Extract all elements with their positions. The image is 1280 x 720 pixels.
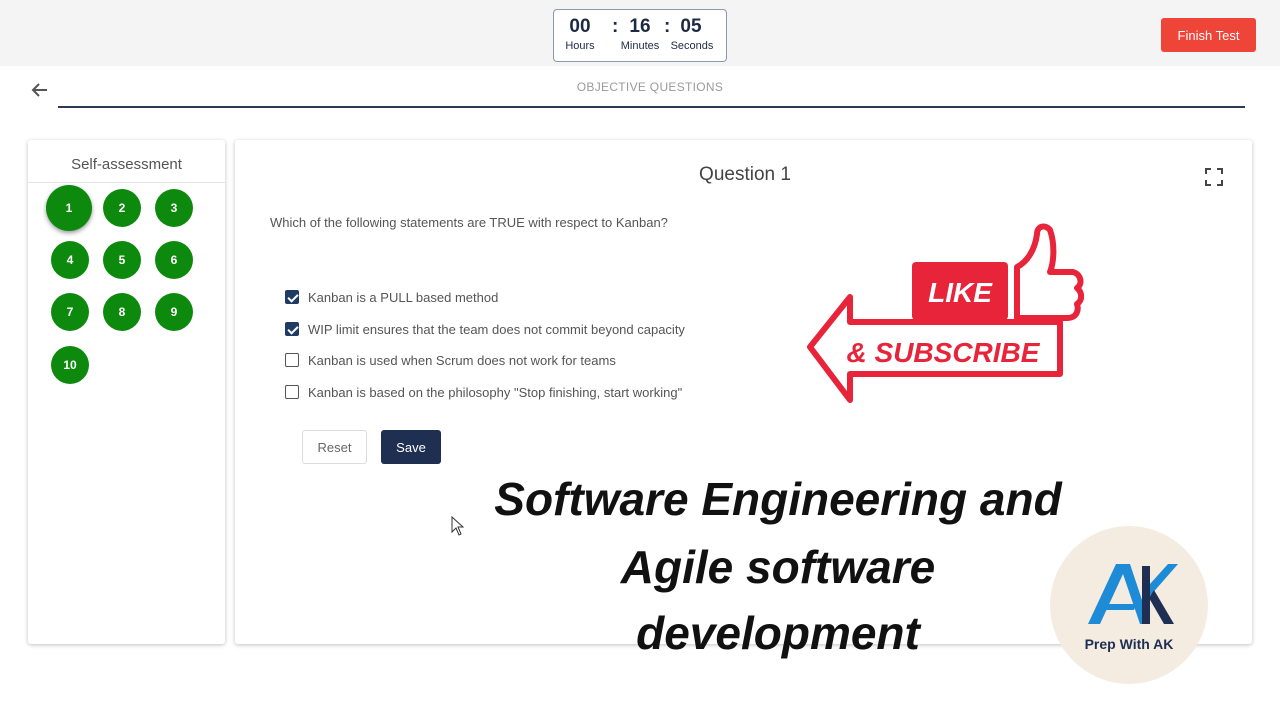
timer-hours: 00 — [569, 16, 591, 37]
overlay-title-line-2: Agile software — [620, 541, 936, 593]
reset-button[interactable]: Reset — [302, 430, 367, 464]
question-nav-button-7[interactable]: 7 — [51, 293, 89, 331]
timer-seconds-label: Seconds — [670, 40, 714, 52]
timer-separator: : — [664, 16, 671, 37]
answer-option[interactable]: Kanban is used when Scrum does not work … — [285, 351, 616, 369]
brand-caption: Prep With AK — [1084, 636, 1174, 652]
answer-option-label: Kanban is a PULL based method — [308, 289, 499, 305]
like-text: LIKE — [928, 277, 993, 308]
save-button[interactable]: Save — [381, 430, 441, 464]
answer-option-label: WIP limit ensures that the team does not… — [308, 321, 685, 337]
timer-seconds: 05 — [680, 16, 702, 37]
answer-option-label: Kanban is based on the philosophy "Stop … — [308, 384, 683, 400]
question-navigator: Self-assessment 1 2 3 4 5 6 7 8 9 10 — [28, 140, 225, 644]
like-subscribe-graphic: LIKE & SUBSCRIBE — [807, 223, 1085, 403]
ak-monogram-icon — [1088, 564, 1178, 624]
question-nav-button-8[interactable]: 8 — [103, 293, 141, 331]
question-nav-button-3[interactable]: 3 — [155, 189, 193, 227]
question-nav-button-6[interactable]: 6 — [155, 241, 193, 279]
question-nav-button-1[interactable]: 1 — [46, 185, 92, 231]
question-nav-button-4[interactable]: 4 — [51, 241, 89, 279]
question-text: Which of the following statements are TR… — [270, 215, 668, 230]
answer-option[interactable]: Kanban is a PULL based method — [285, 288, 498, 306]
question-nav-button-5[interactable]: 5 — [103, 241, 141, 279]
timer-minutes: 16 — [629, 16, 651, 37]
timer-minutes-label: Minutes — [620, 40, 660, 52]
answer-option-label: Kanban is used when Scrum does not work … — [308, 352, 616, 368]
fullscreen-icon[interactable] — [1204, 167, 1224, 187]
overlay-title-line-1: Software Engineering and — [494, 473, 1062, 525]
section-header — [0, 66, 1280, 122]
checkbox[interactable] — [285, 353, 299, 367]
timer-separator: : — [612, 16, 619, 37]
timer-hours-label: Hours — [565, 40, 595, 52]
prep-with-ak-logo: Prep With AK — [1050, 526, 1208, 684]
checkbox[interactable] — [285, 385, 299, 399]
question-nav-button-2[interactable]: 2 — [103, 189, 141, 227]
sidebar-divider — [28, 182, 225, 183]
question-nav-button-10[interactable]: 10 — [51, 346, 89, 384]
question-nav-button-9[interactable]: 9 — [155, 293, 193, 331]
answer-option[interactable]: Kanban is based on the philosophy "Stop … — [285, 383, 682, 401]
section-title: OBJECTIVE QUESTIONS — [576, 80, 724, 94]
sidebar-title: Self-assessment — [71, 156, 182, 173]
question-title: Question 1 — [699, 164, 791, 185]
overlay-title-line-3: development — [636, 607, 920, 659]
checkbox-checked[interactable] — [285, 322, 299, 336]
countdown-timer: 00 : 16 : 05 Hours Minutes Seconds — [553, 9, 727, 62]
back-arrow-icon[interactable] — [30, 80, 50, 106]
finish-test-button[interactable]: Finish Test — [1161, 18, 1256, 52]
checkbox-checked[interactable] — [285, 290, 299, 304]
section-divider — [58, 106, 1245, 108]
answer-option[interactable]: WIP limit ensures that the team does not… — [285, 320, 685, 338]
top-bar: 00 : 16 : 05 Hours Minutes Seconds Finis… — [0, 0, 1280, 66]
subscribe-text: & SUBSCRIBE — [847, 337, 1041, 368]
